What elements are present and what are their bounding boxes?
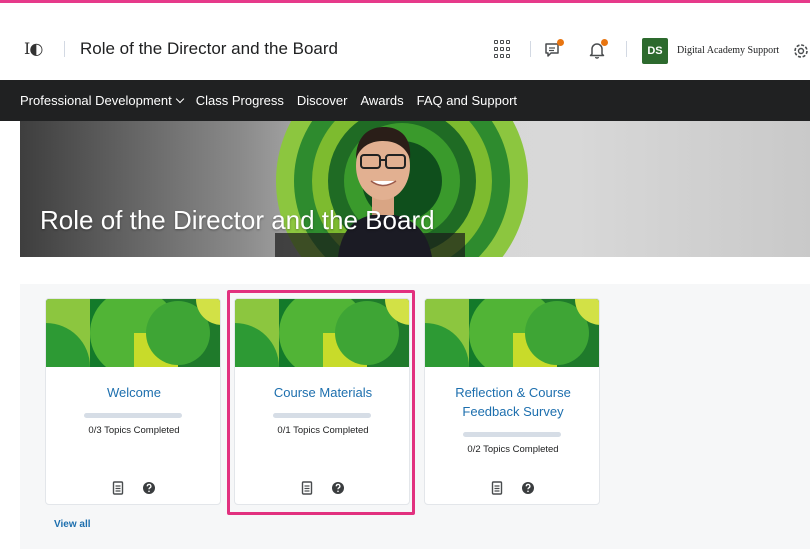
- header: I◐ Role of the Director and the Board DS…: [0, 3, 810, 79]
- progress-bar: [463, 432, 561, 437]
- progress-text: 0/3 Topics Completed: [88, 425, 180, 436]
- card-title[interactable]: Welcome: [54, 383, 214, 402]
- card-image: [425, 299, 599, 367]
- nav-item-awards[interactable]: Awards: [360, 93, 403, 108]
- chat-icon[interactable]: [542, 39, 564, 61]
- course-title[interactable]: Role of the Director and the Board: [80, 39, 338, 59]
- document-icon[interactable]: [112, 481, 124, 500]
- header-divider: [64, 41, 65, 57]
- card-title[interactable]: Reflection & Course Feedback Survey: [433, 383, 593, 421]
- user-name[interactable]: Digital Academy Support: [677, 45, 779, 56]
- gear-icon[interactable]: [791, 41, 810, 61]
- nav-item-class-progress[interactable]: Class Progress: [196, 93, 284, 108]
- nav-item-label: Professional Development: [20, 93, 172, 108]
- notification-dot: [557, 39, 564, 46]
- module-card-welcome[interactable]: Welcome 0/3 Topics Completed: [45, 298, 221, 505]
- quiz-icon[interactable]: [521, 481, 535, 500]
- banner-title: Role of the Director and the Board: [40, 205, 435, 235]
- avatar[interactable]: DS: [642, 38, 668, 64]
- notification-dot: [601, 39, 608, 46]
- banner-image: [275, 121, 528, 257]
- chevron-down-icon: [175, 94, 184, 104]
- document-icon[interactable]: [491, 481, 503, 500]
- nav-item-discover[interactable]: Discover: [297, 93, 348, 108]
- header-divider: [530, 41, 531, 57]
- card-image: [46, 299, 220, 367]
- progress-text: 0/2 Topics Completed: [467, 444, 559, 455]
- quiz-icon[interactable]: [142, 481, 156, 500]
- nav-item-professional-development[interactable]: Professional Development: [20, 93, 184, 108]
- navbar: Professional Development Class Progress …: [0, 80, 810, 121]
- view-all-link[interactable]: View all: [54, 519, 91, 530]
- header-divider: [626, 41, 627, 57]
- module-card-reflection-survey[interactable]: Reflection & Course Feedback Survey 0/2 …: [424, 298, 600, 505]
- bell-icon[interactable]: [586, 39, 608, 61]
- course-banner: Role of the Director and the Board: [20, 121, 810, 257]
- highlight-box: [227, 290, 415, 515]
- progress-bar: [84, 413, 182, 418]
- nav-item-faq-support[interactable]: FAQ and Support: [417, 93, 517, 108]
- org-logo[interactable]: I◐: [24, 39, 43, 58]
- waffle-icon[interactable]: [492, 39, 512, 59]
